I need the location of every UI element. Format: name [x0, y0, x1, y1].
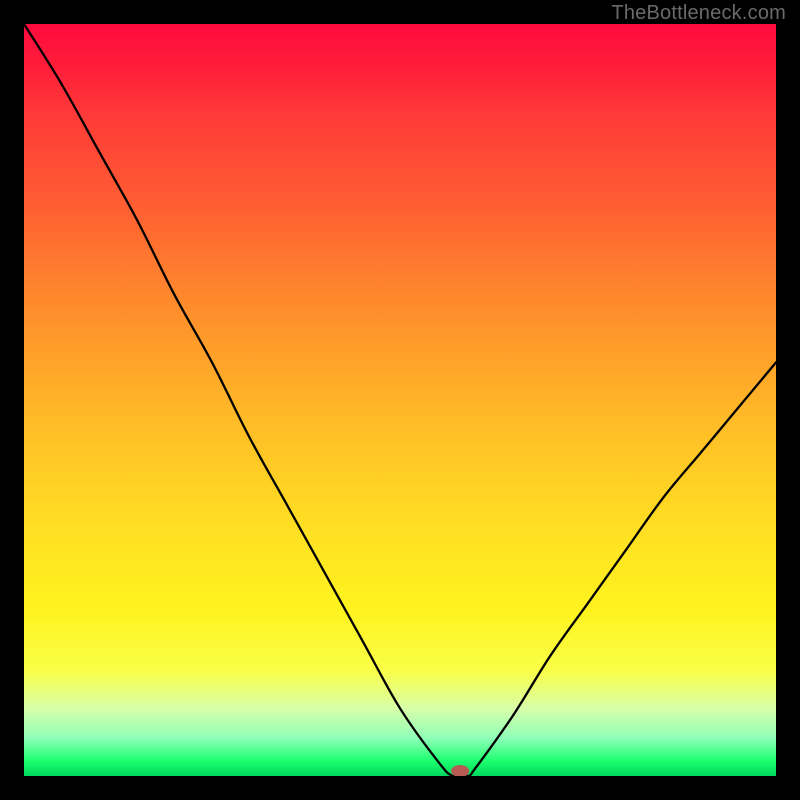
attribution-label: TheBottleneck.com — [611, 2, 786, 25]
optimal-point-marker — [451, 765, 469, 776]
bottleneck-curve-plot — [24, 24, 776, 776]
bottleneck-curve — [24, 24, 776, 776]
plot-area — [24, 24, 776, 776]
chart-frame: TheBottleneck.com — [0, 0, 800, 800]
